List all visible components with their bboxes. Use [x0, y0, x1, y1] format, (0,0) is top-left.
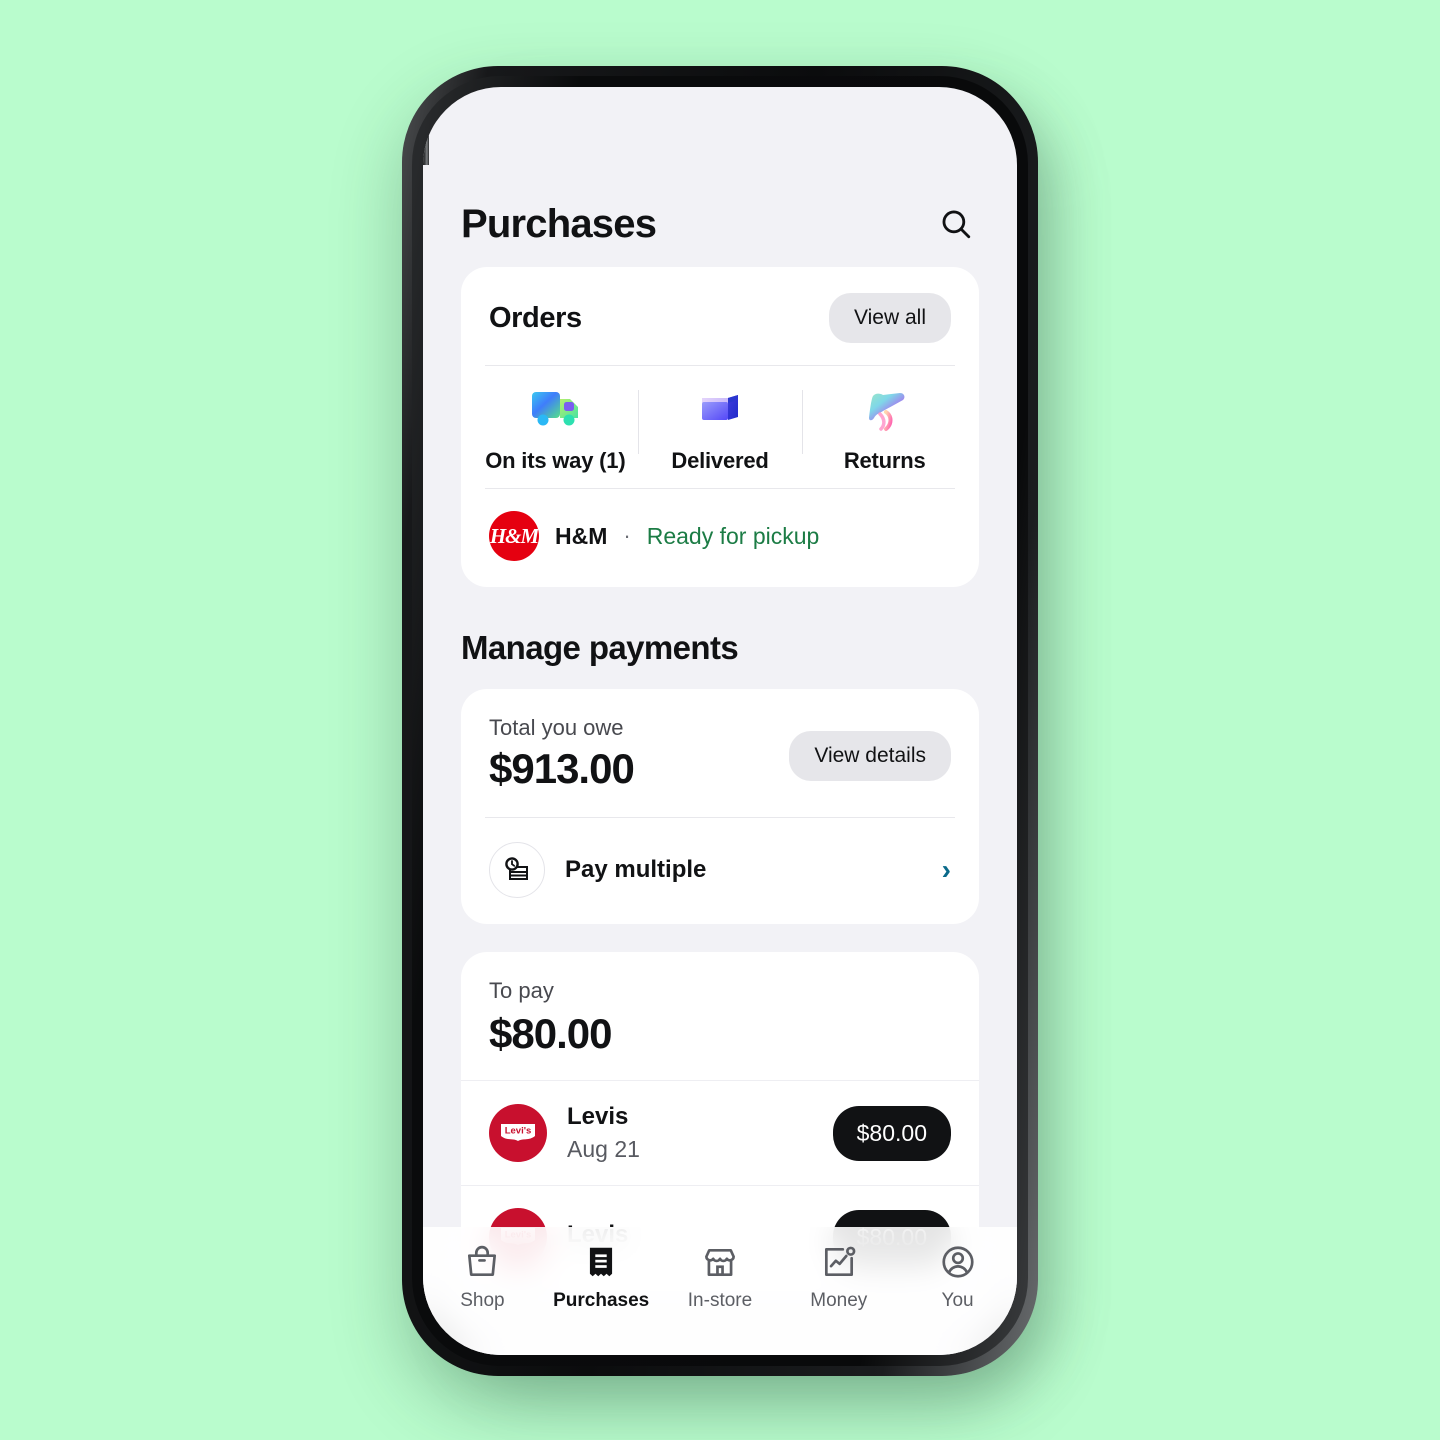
order-tab-label: Delivered [671, 448, 769, 473]
merchant-name: H&M [555, 522, 608, 549]
hm-logo: H&M [489, 511, 539, 561]
nav-item-shop[interactable]: Shop [423, 1243, 542, 1312]
pay-row-info: Levis Aug 21 [567, 1103, 813, 1163]
nav-label: Money [810, 1290, 868, 1311]
nav-label: Purchases [553, 1290, 650, 1311]
page-title: Purchases [461, 201, 657, 246]
nav-label: Shop [460, 1290, 505, 1311]
merchant-status: Ready for pickup [646, 522, 820, 549]
to-pay-label: To pay [489, 978, 554, 1003]
phone-bezel: Purchases Orders View all On its way (1)… [412, 76, 1028, 1366]
page-content: Purchases Orders View all On its way (1)… [423, 165, 1017, 1355]
order-tab-label: Returns [843, 448, 926, 473]
phone-device-frame: Purchases Orders View all On its way (1)… [402, 66, 1038, 1376]
table-row[interactable]: Levi's Levis Aug 21 $80.00 [461, 1080, 979, 1185]
person-icon [941, 1246, 974, 1278]
manage-payments-title: Manage payments [461, 629, 739, 666]
view-details-button[interactable]: View details [789, 731, 951, 781]
order-status-tabs: On its way (1) Delivered Returns [461, 366, 979, 488]
orders-title: Orders [489, 301, 582, 334]
pay-row-date: Aug 21 [567, 1136, 640, 1162]
svg-text:Levi's: Levi's [505, 1126, 532, 1137]
total-owe-label: Total you owe [489, 715, 624, 740]
return-boomerang-icon [868, 393, 905, 431]
pay-amount-button[interactable]: $80.00 [832, 1105, 951, 1161]
total-owe-row: Total you owe $913.00 View details [461, 689, 979, 817]
nav-item-purchases[interactable]: Purchases [542, 1243, 661, 1312]
order-tab-returns[interactable]: Returns [802, 384, 967, 474]
nav-item-in-store[interactable]: In-store [661, 1243, 780, 1312]
search-button[interactable] [933, 201, 979, 247]
chart-money-icon [824, 1246, 856, 1277]
nav-item-money[interactable]: Money [779, 1243, 898, 1312]
order-tab-label: On its way (1) [485, 448, 626, 473]
to-pay-amount: $80.00 [489, 1010, 612, 1057]
pay-multiple-row[interactable]: Pay multiple › [461, 818, 979, 924]
search-icon [942, 210, 971, 239]
chevron-right-icon: › [941, 854, 951, 885]
order-tab-delivered[interactable]: Delivered [637, 384, 803, 474]
total-owe-text-group: Total you owe $913.00 [489, 715, 635, 793]
view-all-button[interactable]: View all [829, 293, 951, 343]
merchant-separator: · [623, 523, 631, 548]
merchant-order-row[interactable]: H&M H&M · Ready for pickup [461, 489, 979, 587]
receipt-icon [590, 1247, 613, 1277]
orders-card-header: Orders View all [461, 267, 979, 365]
order-tab-on-its-way[interactable]: On its way (1) [473, 384, 638, 474]
hm-logo-text: H&M [489, 523, 539, 548]
levis-logo: Levi's [489, 1104, 547, 1162]
storefront-icon [705, 1248, 735, 1277]
pay-multiple-icon-wrap [489, 842, 545, 898]
phone-screen: Purchases Orders View all On its way (1)… [423, 87, 1017, 1355]
shopping-bag-icon [468, 1245, 497, 1277]
bottom-navigation-bar: Shop Purchases In-store Money You [423, 1227, 1017, 1355]
delivery-truck-icon [532, 392, 579, 426]
total-owe-card: Total you owe $913.00 View details Pay m… [461, 689, 979, 924]
pay-multiple-icon [505, 857, 528, 880]
total-owe-amount: $913.00 [489, 745, 635, 792]
pay-row-merchant: Levis [567, 1103, 629, 1130]
nav-label: In-store [687, 1290, 753, 1311]
orders-card: Orders View all On its way (1) Delivered… [461, 267, 979, 587]
pay-multiple-label: Pay multiple [565, 856, 707, 883]
nav-label: You [941, 1290, 974, 1311]
open-box-icon [702, 395, 738, 420]
page-header: Purchases [423, 165, 1017, 267]
to-pay-header: To pay $80.00 [461, 952, 979, 1080]
nav-item-you[interactable]: You [898, 1243, 1017, 1312]
